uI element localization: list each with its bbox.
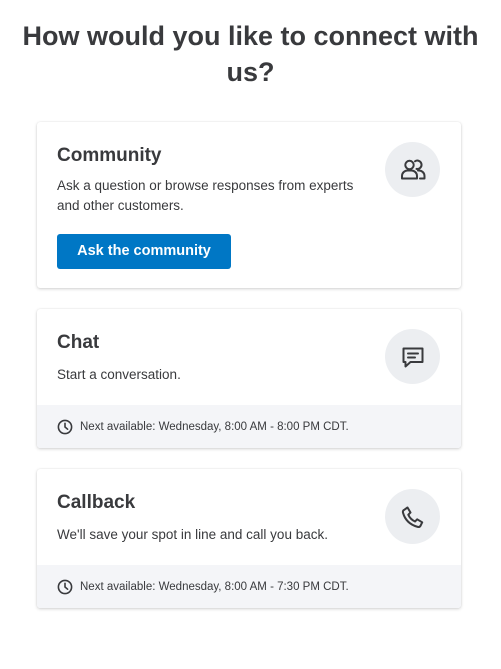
chat-availability-bar: Next available: Wednesday, 8:00 AM - 8:0… <box>37 405 461 448</box>
community-description: Ask a question or browse responses from … <box>57 178 354 213</box>
callback-card[interactable]: Callback We'll save your spot in line an… <box>37 469 461 608</box>
page-heading: How would you like to connect with us? <box>22 21 479 87</box>
people-icon <box>398 155 428 185</box>
ask-the-community-button[interactable]: Ask the community <box>57 234 231 269</box>
chat-card[interactable]: Chat Start a conversation. Next availabl… <box>37 309 461 448</box>
phone-icon <box>398 502 428 532</box>
callback-title: Callback <box>57 492 136 513</box>
chat-description: Start a conversation. <box>57 367 181 382</box>
callback-availability-bar: Next available: Wednesday, 8:00 AM - 7:3… <box>37 565 461 608</box>
chat-availability-text: Next available: Wednesday, 8:00 AM - 8:0… <box>80 420 349 433</box>
chat-bubble-icon <box>398 342 428 372</box>
community-icon-badge <box>385 142 440 197</box>
community-card: Community Ask a question or browse respo… <box>37 122 461 288</box>
clock-icon <box>57 579 73 595</box>
community-title: Community <box>57 145 162 166</box>
chat-title: Chat <box>57 332 100 353</box>
chat-icon-badge <box>385 329 440 384</box>
callback-availability-text: Next available: Wednesday, 8:00 AM - 7:3… <box>80 580 349 593</box>
callback-icon-badge <box>385 489 440 544</box>
callback-description: We'll save your spot in line and call yo… <box>57 527 328 542</box>
clock-icon <box>57 419 73 435</box>
